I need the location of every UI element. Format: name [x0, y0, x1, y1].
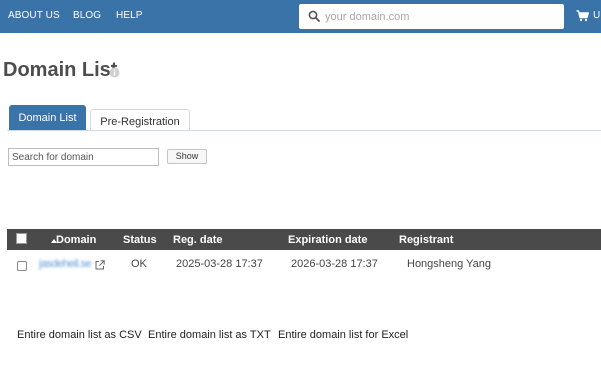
export-txt-link[interactable]: Entire domain list as TXT [148, 329, 271, 341]
nav-about-us-link[interactable]: ABOUT US [8, 10, 60, 21]
column-header-domain[interactable]: Domain [56, 234, 96, 246]
domain-table-header: Domain Status Reg. date Expiration date … [7, 229, 601, 250]
export-excel-link[interactable]: Entire domain list for Excel [278, 329, 408, 341]
cart-icon[interactable] [576, 10, 589, 22]
domain-filter-input[interactable] [8, 148, 159, 166]
expiration-date: 2026-03-28 17:37 [291, 258, 378, 270]
tabs-divider [7, 130, 601, 131]
top-navigation-bar: ABOUT US BLOG HELP U [0, 0, 601, 33]
column-header-reg-date[interactable]: Reg. date [173, 234, 223, 246]
registration-date: 2025-03-28 17:37 [176, 258, 263, 270]
domain-status: OK [131, 258, 147, 270]
column-header-registrant[interactable]: Registrant [399, 234, 453, 246]
registrant-name: Hongsheng Yang [407, 258, 491, 270]
tab-domain-list[interactable]: Domain List [9, 105, 86, 131]
cart-label[interactable]: U [593, 10, 600, 21]
domain-search-box [299, 4, 564, 29]
select-all-checkbox[interactable] [16, 233, 27, 244]
search-icon[interactable] [308, 10, 320, 22]
show-button[interactable]: Show [167, 149, 207, 164]
page-title: Domain List [3, 59, 118, 81]
nav-blog-link[interactable]: BLOG [73, 10, 101, 21]
domain-name-link[interactable]: jasdeheil.se [39, 258, 92, 270]
domain-search-input[interactable] [325, 7, 557, 26]
nav-help-link[interactable]: HELP [116, 10, 143, 21]
tab-pre-registration[interactable]: Pre-Registration [90, 109, 190, 131]
row-select-checkbox[interactable] [17, 261, 27, 271]
column-header-status[interactable]: Status [123, 234, 157, 246]
export-csv-link[interactable]: Entire domain list as CSV [17, 329, 142, 341]
external-link-icon[interactable] [95, 260, 105, 270]
column-header-expiration-date[interactable]: Expiration date [288, 234, 367, 246]
info-icon[interactable] [109, 67, 120, 78]
